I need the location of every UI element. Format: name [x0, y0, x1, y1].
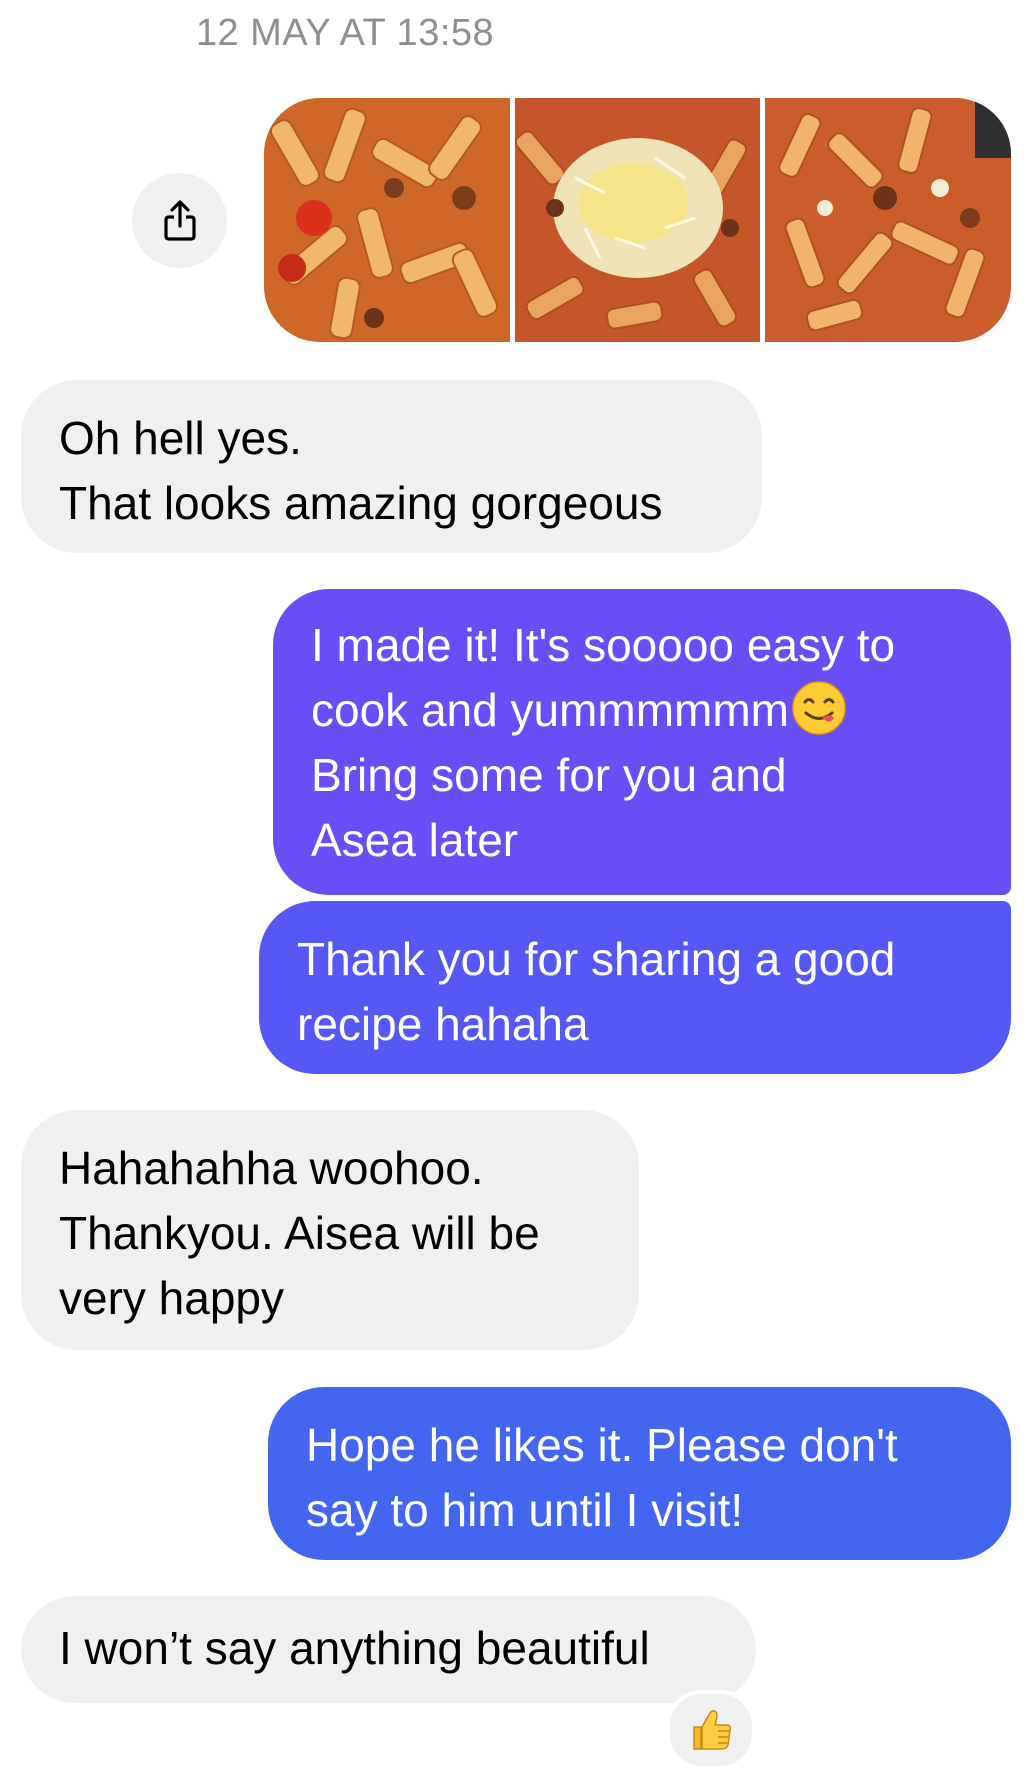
pasta-photo-2[interactable]: [514, 98, 761, 342]
thumbs-up-icon: [693, 1709, 731, 1750]
share-icon: [163, 199, 196, 241]
message-bubble-outgoing[interactable]: Thank you for sharing a good recipe haha…: [259, 901, 1011, 1074]
shared-photo-group[interactable]: [264, 98, 1011, 342]
conversation-timestamp: 12 MAY AT 13:58: [195, 12, 495, 54]
pasta-photo-1[interactable]: [264, 98, 510, 342]
message-text-continued: Bring some for you and Asea later: [311, 749, 787, 866]
message-bubble-incoming[interactable]: Oh hell yes. That looks amazing gorgeous: [21, 380, 762, 553]
share-button[interactable]: [132, 173, 227, 268]
message-reaction[interactable]: [666, 1690, 756, 1770]
message-bubble-outgoing[interactable]: I made it! It's sooooo easy to cook and …: [273, 589, 1011, 895]
message-bubble-incoming[interactable]: Hahahahha woohoo. Thankyou. Aisea will b…: [21, 1110, 639, 1350]
message-bubble-incoming[interactable]: I won’t say anything beautiful: [21, 1596, 756, 1703]
face-savoring-food-emoji: [792, 681, 846, 735]
pasta-photo-3[interactable]: [765, 98, 1011, 342]
message-bubble-outgoing[interactable]: Hope he likes it. Please don't say to hi…: [268, 1387, 1011, 1560]
